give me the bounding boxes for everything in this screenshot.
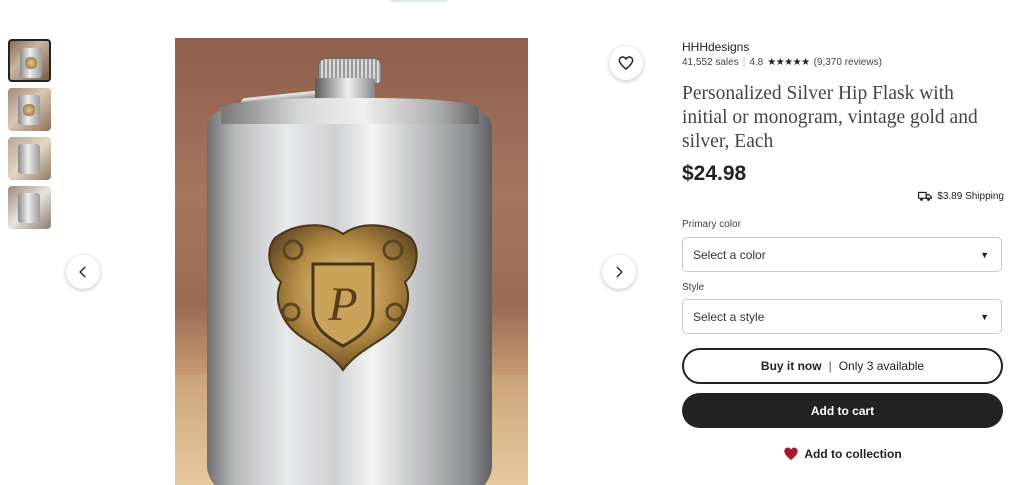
favorite-button[interactable] [609,46,643,80]
shipping-info: $3.89 Shipping [918,191,1004,202]
monogram-crest: P [268,224,418,372]
chevron-right-icon [616,266,623,278]
previous-image-button[interactable] [66,255,100,289]
product-title: Personalized Silver Hip Flask with initi… [682,83,978,152]
top-tab-indicator [388,0,450,2]
product-main-image: P [175,38,528,485]
add-to-collection-label: Add to collection [804,446,902,461]
product-details-panel: HHHdesigns 41,552 sales | 4.8 ★★★★★ (9,3… [682,40,1004,461]
caret-down-icon: ▼ [980,311,989,322]
flask-shoulder [221,98,479,124]
heart-icon [618,56,634,70]
primary-color-value: Select a color [693,247,766,262]
rating-value: 4.8 [749,57,764,68]
thumbnail-1[interactable] [8,39,51,82]
thumbnail-2[interactable] [8,88,51,131]
add-to-collection-button[interactable]: Add to collection [682,446,1003,461]
availability-text: Only 3 available [838,359,925,373]
thumbnail-3[interactable] [8,137,51,180]
sales-count: 41,552 sales [682,57,739,68]
thumbnail-list [8,39,51,235]
shop-meta: 41,552 sales | 4.8 ★★★★★ (9,370 reviews) [682,57,1004,68]
style-select[interactable]: Select a style ▼ [682,299,1002,334]
reviews-link[interactable]: (9,370 reviews) [814,57,882,68]
next-image-button[interactable] [602,255,636,289]
product-price: $24.98 [682,162,747,185]
heart-filled-icon [784,447,798,461]
primary-color-select[interactable]: Select a color ▼ [682,237,1002,272]
add-to-cart-button[interactable]: Add to cart [682,393,1003,428]
truck-icon [918,191,933,201]
rating-stars: ★★★★★ [767,57,810,68]
buy-it-now-label: Buy it now [760,359,822,373]
buy-separator: | [828,359,832,373]
thumbnail-4[interactable] [8,186,51,229]
monogram-letter: P [327,278,357,331]
style-label: Style [682,282,705,293]
chevron-left-icon [79,266,86,278]
meta-separator: | [742,57,746,68]
buy-it-now-button[interactable]: Buy it now | Only 3 available [682,348,1003,384]
primary-color-label: Primary color [682,219,741,230]
style-value: Select a style [693,309,765,324]
shop-name-link[interactable]: HHHdesigns [682,40,1004,54]
caret-down-icon: ▼ [980,249,989,260]
shipping-text: $3.89 Shipping [937,191,1004,202]
